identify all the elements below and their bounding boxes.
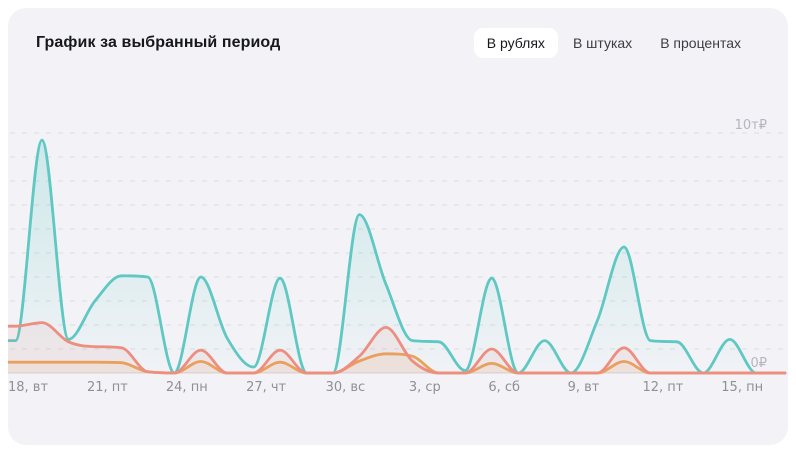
tab-units[interactable]: В штуках [560,28,645,58]
x-tick-label: 30, вс [326,380,366,395]
unit-tabs: В рублях В штуках В процентах [473,28,754,59]
y-axis-labels: 10т₽ 0₽ [735,118,767,371]
x-tick-label: 21, пт [87,380,128,395]
chart-card: 18, вт 21, пт 24, пн 27, чт 30, вс 3, ср 6, сб… [8,8,788,445]
tab-rubles[interactable]: В рублях [473,28,558,59]
x-tick-label: 15, пн [721,380,763,395]
y-zero-label: 0₽ [750,356,767,371]
card-header: График за выбранный период В рублях В шту… [8,8,788,59]
period-chart[interactable]: 18, вт 21, пт 24, пн 27, чт 30, вс 3, ср 6, сб… [8,8,788,445]
x-tick-label: 18, вт [8,380,48,395]
x-tick-label: 9, вт [568,380,600,395]
x-tick-label: 3, ср [409,380,441,395]
x-tick-label: 24, пн [166,380,208,395]
page-title: График за выбранный период [36,34,281,52]
x-tick-label: 6, сб [488,380,520,395]
x-tick-label: 27, чт [246,380,286,395]
x-axis-labels: 18, вт 21, пт 24, пн 27, чт 30, вс 3, ср 6, сб… [8,380,763,395]
x-tick-label: 12, пт [642,380,683,395]
tab-percent[interactable]: В процентах [647,28,754,58]
y-max-label: 10т₽ [735,118,767,133]
page: 18, вт 21, пт 24, пн 27, чт 30, вс 3, ср 6, сб… [0,0,796,453]
